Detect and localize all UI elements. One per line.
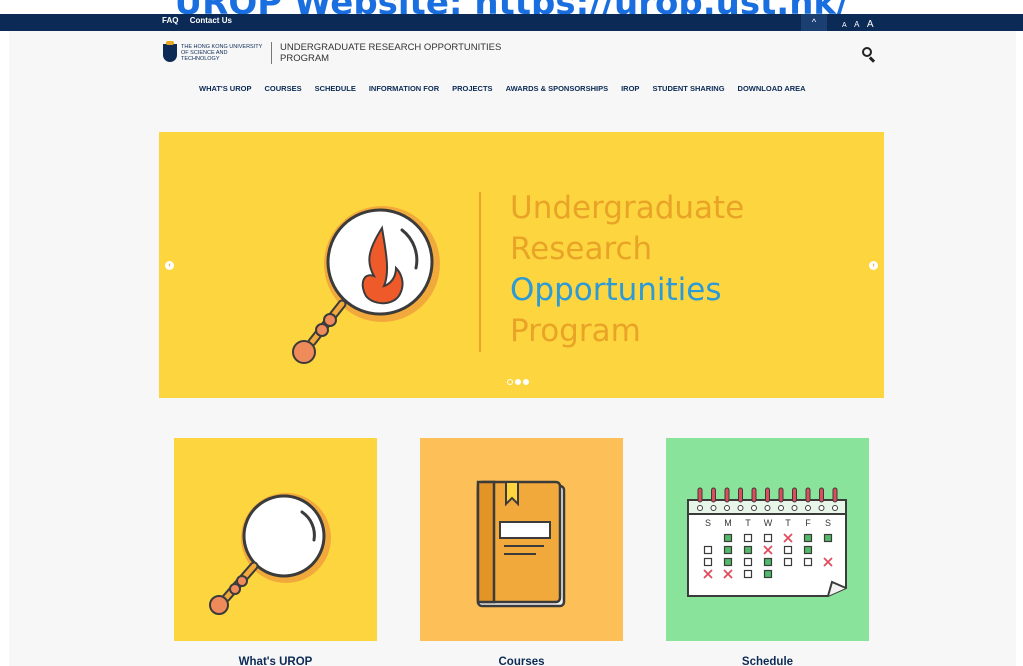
contact-us-link[interactable]: Contact Us bbox=[190, 16, 232, 25]
hero-line: Undergraduate bbox=[510, 190, 745, 226]
calendar-day-label: T bbox=[785, 518, 791, 528]
carousel-indicators bbox=[507, 379, 529, 385]
chevron-left-icon: ‹ bbox=[168, 262, 171, 269]
carousel-dot[interactable] bbox=[523, 379, 529, 385]
hero-line: Program bbox=[510, 313, 641, 349]
nav-information-for[interactable]: INFORMATION FOR bbox=[369, 84, 439, 93]
faq-link[interactable]: FAQ bbox=[162, 16, 178, 25]
card-title-courses[interactable]: Courses bbox=[420, 656, 623, 666]
search-icon[interactable] bbox=[862, 47, 876, 63]
chevron-right-icon: › bbox=[872, 262, 875, 269]
nav-irop[interactable]: IROP bbox=[621, 84, 639, 93]
calendar-day-label: F bbox=[805, 518, 811, 528]
calendar-day-label: M bbox=[724, 518, 732, 528]
nav-schedule[interactable]: SCHEDULE bbox=[315, 84, 356, 93]
book-icon bbox=[420, 438, 623, 641]
calendar-icon: SMTWTFS bbox=[666, 438, 869, 641]
font-size-medium-button[interactable]: A bbox=[854, 20, 859, 29]
nav-whats-urop[interactable]: WHAT'S UROP bbox=[199, 84, 251, 93]
card-whats-urop[interactable] bbox=[174, 438, 377, 641]
calendar-day-label: W bbox=[764, 518, 773, 528]
font-size-small-button[interactable]: A bbox=[842, 22, 847, 29]
nav-student-sharing[interactable]: STUDENT SHARING bbox=[652, 84, 724, 93]
main-nav: WHAT'S UROP COURSES SCHEDULE INFORMATION… bbox=[199, 84, 819, 93]
magnifier-icon bbox=[174, 438, 377, 641]
font-size-controls: A A A bbox=[842, 14, 877, 31]
card-schedule[interactable]: SMTWTFS bbox=[666, 438, 869, 641]
carousel-dot[interactable] bbox=[515, 379, 521, 385]
flame-magnifier-icon bbox=[292, 206, 440, 364]
carousel-next-button[interactable]: › bbox=[869, 261, 878, 270]
hero-divider bbox=[479, 192, 481, 352]
nav-courses[interactable]: COURSES bbox=[264, 84, 301, 93]
collapse-toggle-button[interactable]: ^ bbox=[801, 14, 827, 31]
nav-awards-sponsorships[interactable]: AWARDS & SPONSORSHIPS bbox=[506, 84, 609, 93]
university-name: THE HONG KONG UNIVERSITY OF SCIENCE AND … bbox=[181, 44, 263, 62]
nav-download-area[interactable]: DOWNLOAD AREA bbox=[738, 84, 806, 93]
card-courses[interactable] bbox=[420, 438, 623, 641]
calendar-day-label: S bbox=[825, 518, 831, 528]
card-title-schedule[interactable]: Schedule bbox=[666, 656, 869, 666]
font-size-large-button[interactable]: A bbox=[867, 19, 874, 30]
page: UROP Website: https://urop.ust.hk/ FAQ C… bbox=[0, 0, 1023, 666]
logo-divider bbox=[271, 42, 272, 64]
card-title-whats-urop[interactable]: What's UROP bbox=[174, 656, 377, 666]
carousel-dot[interactable] bbox=[507, 379, 513, 385]
university-crest-icon bbox=[163, 41, 177, 62]
hero-title: Undergraduate Research Opportunities Pro… bbox=[510, 188, 744, 352]
program-name: UNDERGRADUATE RESEARCH OPPORTUNITIES PRO… bbox=[280, 42, 502, 64]
top-utility-bar: FAQ Contact Us ^ A A A bbox=[0, 14, 1023, 31]
hero-banner: Undergraduate Research Opportunities Pro… bbox=[159, 132, 884, 398]
nav-projects[interactable]: PROJECTS bbox=[452, 84, 492, 93]
hero-line: Research bbox=[510, 231, 653, 267]
chevron-up-icon: ^ bbox=[811, 17, 817, 27]
calendar-day-label: S bbox=[705, 518, 711, 528]
site-logo[interactable]: THE HONG KONG UNIVERSITY OF SCIENCE AND … bbox=[163, 41, 530, 64]
hero-line: Opportunities bbox=[510, 272, 722, 308]
calendar-day-label: T bbox=[745, 518, 751, 528]
carousel-prev-button[interactable]: ‹ bbox=[165, 261, 174, 270]
